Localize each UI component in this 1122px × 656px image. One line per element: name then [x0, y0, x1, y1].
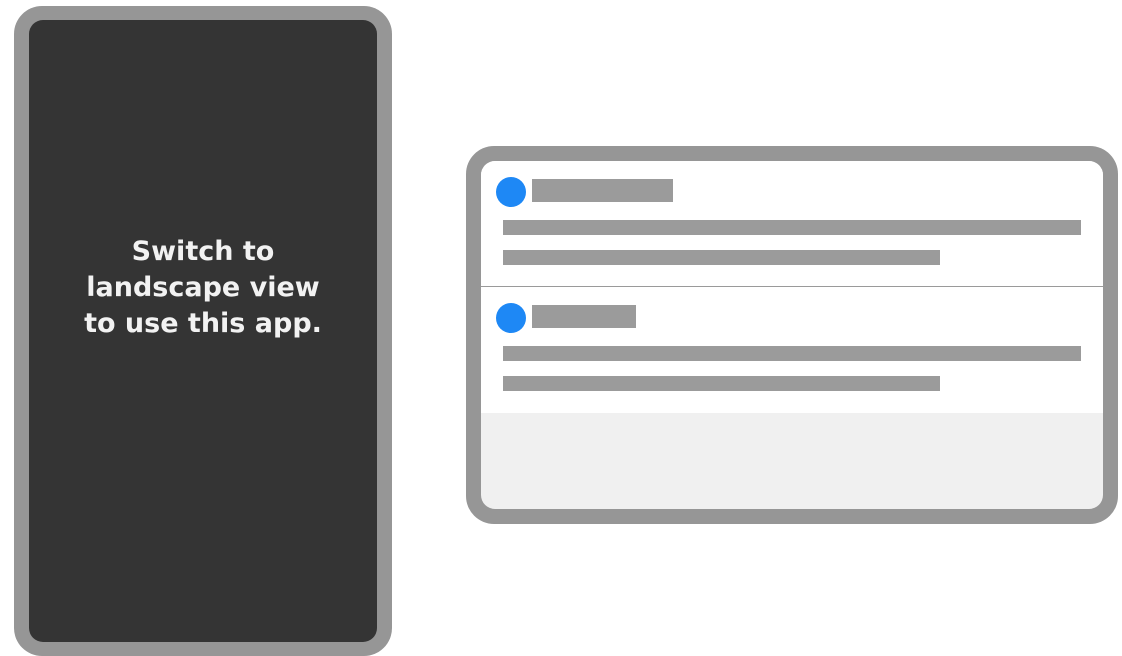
rotate-device-message: Switch to landscape view to use this app…: [29, 234, 377, 342]
rotate-message-line-1: Switch to: [131, 236, 275, 267]
avatar-circle-icon: [496, 177, 526, 207]
landscape-phone-screen: [481, 161, 1103, 509]
rotate-message-line-3: to use this app.: [84, 308, 322, 339]
item-text-placeholder-line: [503, 346, 1081, 361]
avatar-circle-icon: [496, 303, 526, 333]
item-text-placeholder-line: [503, 250, 940, 265]
list-item: [481, 161, 1103, 288]
portrait-phone-frame: Switch to landscape view to use this app…: [14, 6, 392, 656]
rotate-message-line-2: landscape view: [86, 272, 320, 303]
orientation-illustration: Switch to landscape view to use this app…: [0, 0, 1122, 656]
list-item: [481, 287, 1103, 413]
landscape-phone-frame: [466, 146, 1118, 524]
item-title-placeholder: [532, 305, 636, 328]
item-title-placeholder: [532, 179, 673, 202]
item-text-placeholder-line: [503, 376, 940, 391]
item-text-placeholder-line: [503, 220, 1081, 235]
portrait-phone-screen: Switch to landscape view to use this app…: [29, 20, 377, 642]
